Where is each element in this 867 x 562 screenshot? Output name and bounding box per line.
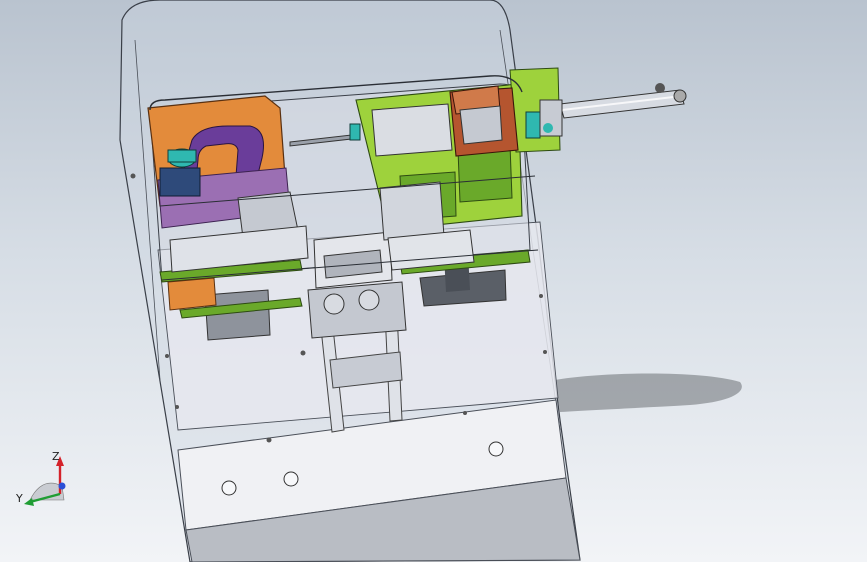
panel-hole — [283, 471, 299, 487]
view-orientation-triad[interactable]: Z Y — [14, 446, 74, 514]
panel-hole — [221, 480, 237, 496]
cam-follower-inner — [459, 105, 503, 145]
y-axis-label: Y — [15, 492, 23, 505]
cam-follower-block — [371, 103, 453, 157]
model-shadow — [555, 373, 742, 412]
pneumatic-cylinder — [539, 83, 687, 137]
assembly-model[interactable] — [0, 0, 867, 562]
cad-viewport[interactable]: Z Y — [0, 0, 867, 562]
x-axis-icon — [58, 482, 66, 490]
teal-fitting-2 — [349, 123, 361, 141]
panel-hole — [488, 441, 504, 457]
gray-slide-right — [379, 181, 445, 241]
z-axis-label: Z — [52, 450, 60, 463]
orange-block-lower — [167, 277, 217, 311]
teal-fitting — [525, 111, 541, 139]
